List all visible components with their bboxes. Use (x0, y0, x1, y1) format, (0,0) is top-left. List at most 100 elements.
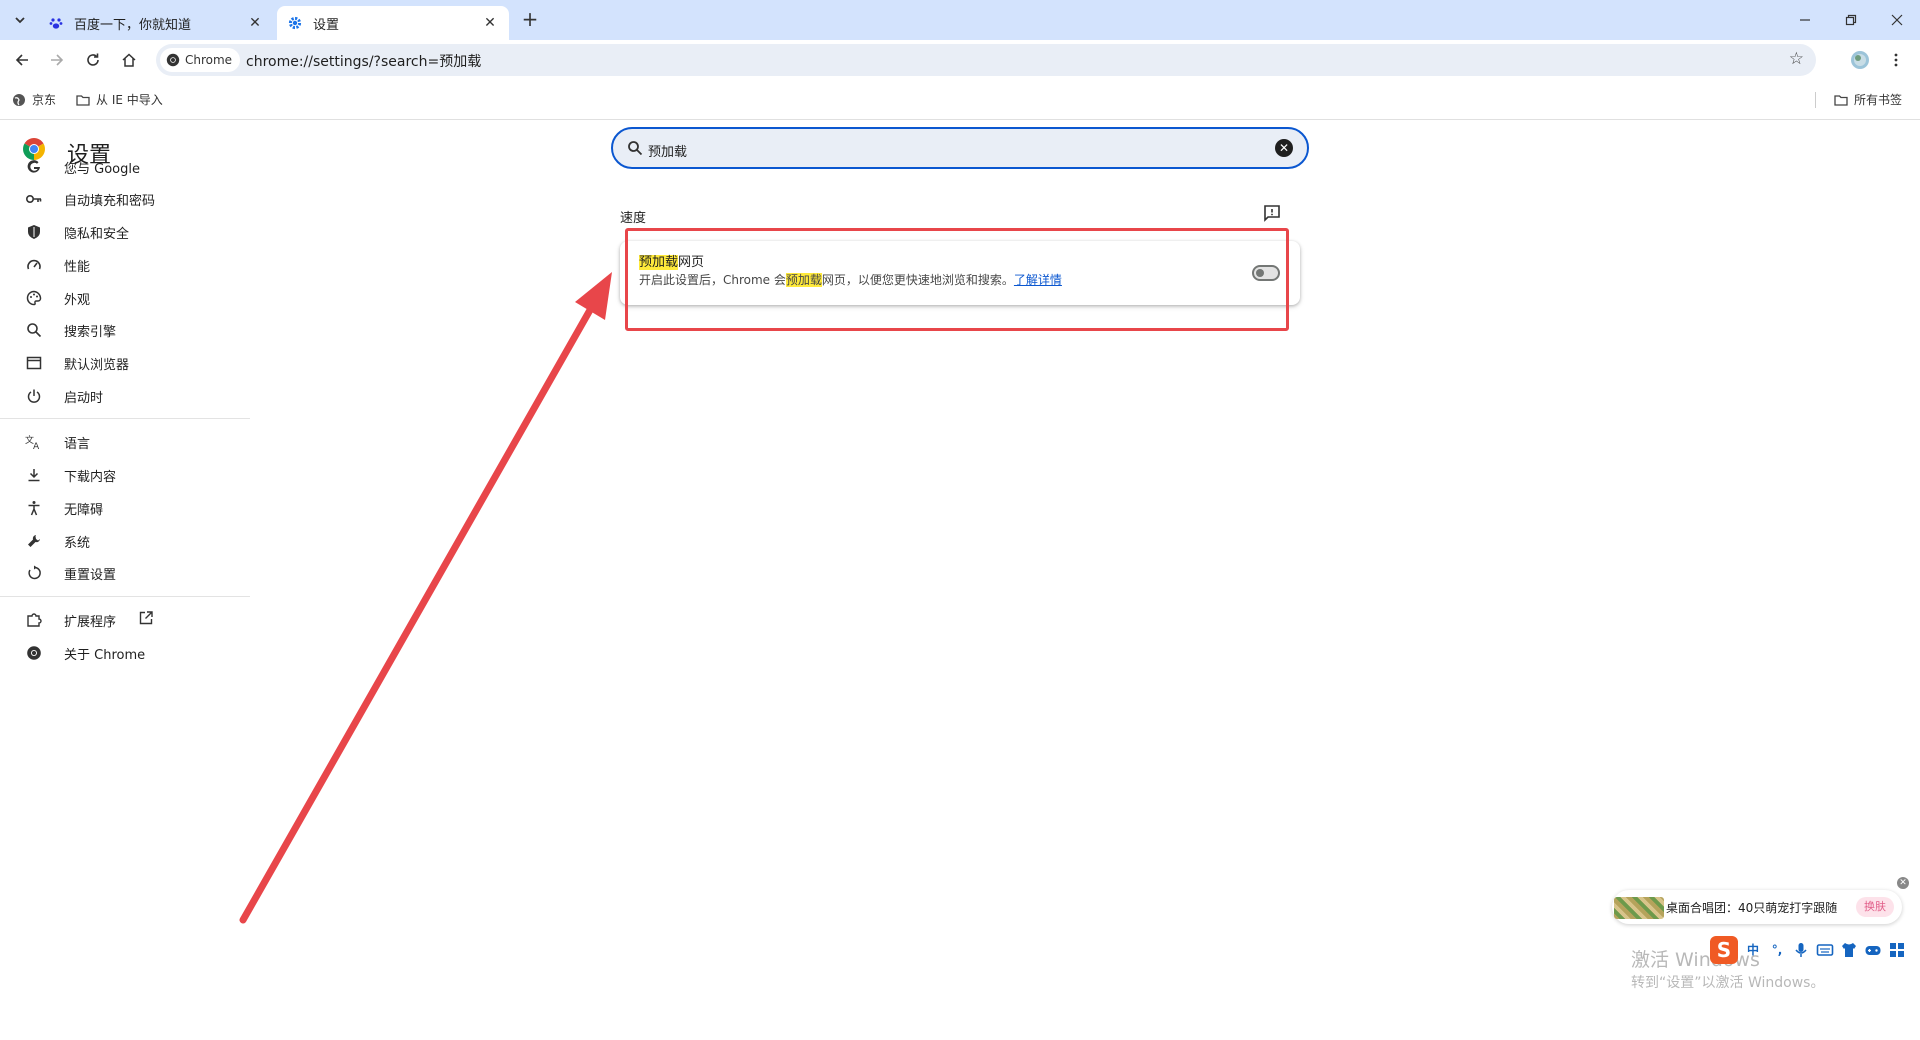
ime-punctuation[interactable]: °, (1768, 941, 1786, 959)
tab-title: 设置 (313, 17, 340, 33)
gear-icon (287, 15, 303, 31)
sidebar-item-label: 性能 (64, 259, 91, 275)
sidebar-item-label: 重置设置 (64, 567, 117, 583)
sidebar-item-label: 语言 (64, 436, 91, 452)
sidebar-item-speedometer[interactable]: 性能 (0, 248, 250, 282)
address-bar[interactable]: Chrome chrome://settings/?search=预加载 ☆ (156, 44, 1816, 76)
browser-window-icon (25, 354, 43, 372)
sidebar-item-accessibility[interactable]: 无障碍 (0, 491, 250, 525)
sidebar-item-key[interactable]: 自动填充和密码 (0, 182, 250, 216)
feedback-icon[interactable] (1263, 204, 1281, 222)
sidebar-item-shield[interactable]: 隐私和安全 (0, 215, 250, 249)
clear-search-icon[interactable]: ✕ (1275, 139, 1293, 157)
sidebar-item-chrome-logo[interactable]: 关于 Chrome (0, 636, 250, 670)
sidebar-item-label: 启动时 (64, 390, 104, 406)
sidebar-item-google-g[interactable]: 您与 Google (0, 150, 250, 184)
ime-promo-banner[interactable]: 桌面合唱团：40只萌宠打字跟随 换肤 (1612, 890, 1902, 924)
sidebar-item-label: 搜索引擎 (64, 324, 117, 340)
minimize-button[interactable] (1790, 8, 1820, 32)
key-icon (25, 190, 43, 208)
all-bookmarks-label: 所有书签 (1854, 93, 1903, 107)
wrench-icon (25, 532, 43, 550)
forward-button[interactable] (45, 48, 69, 72)
search-input[interactable]: 预加载 (648, 141, 687, 160)
sidebar-item-wrench[interactable]: 系统 (0, 524, 250, 558)
sidebar-item-label: 您与 Google (64, 161, 140, 177)
back-button[interactable] (10, 48, 34, 72)
download-icon (25, 466, 43, 484)
settings-search-field[interactable]: 预加载 ✕ (611, 127, 1309, 169)
puzzle-icon (25, 611, 43, 629)
sidebar-item-download[interactable]: 下载内容 (0, 458, 250, 492)
keyboard-icon[interactable] (1816, 941, 1834, 959)
all-bookmarks-button[interactable]: 所有书签 (1834, 91, 1902, 108)
sidebar-item-power[interactable]: 启动时 (0, 379, 250, 413)
reload-icon (87, 53, 99, 66)
sidebar-item-translate[interactable]: 文 A 语言 (0, 425, 250, 459)
gamepad-icon[interactable] (1864, 941, 1882, 959)
shirt-icon[interactable] (1840, 941, 1858, 959)
reload-button[interactable] (81, 48, 105, 72)
bookmark-ie-import[interactable]: 从 IE 中导入 (76, 91, 163, 108)
tab-settings[interactable]: 设置 ✕ (277, 6, 509, 40)
grid-icon[interactable] (1888, 941, 1906, 959)
home-icon (122, 53, 136, 67)
sidebar-divider (0, 418, 250, 419)
home-button[interactable] (117, 48, 141, 72)
browser-toolbar: Chrome chrome://settings/?search=预加载 ☆ (0, 40, 1920, 80)
sidebar-item-label: 无障碍 (64, 502, 104, 518)
microphone-icon[interactable] (1792, 941, 1810, 959)
sidebar-item-search[interactable]: 搜索引擎 (0, 313, 250, 347)
bookmark-star-icon[interactable]: ☆ (1789, 49, 1804, 69)
sidebar-item-label: 默认浏览器 (64, 357, 130, 373)
url-text[interactable]: chrome://settings/?search=预加载 (246, 51, 481, 71)
shield-icon (25, 223, 43, 241)
ime-toolbar: S 中 °, (1710, 936, 1906, 964)
sidebar-item-browser-window[interactable]: 默认浏览器 (0, 346, 250, 380)
tab-baidu[interactable]: 百度一下，你就知道 ✕ (38, 6, 274, 40)
chrome-logo-icon (166, 53, 180, 67)
sidebar-item-palette[interactable]: 外观 (0, 281, 250, 315)
arrow-right-icon (51, 54, 64, 66)
bookmark-label: 京东 (32, 93, 57, 107)
close-icon[interactable]: ✕ (1897, 877, 1909, 889)
external-link-icon (138, 610, 154, 630)
bookmark-label: 从 IE 中导入 (96, 93, 163, 107)
profile-button[interactable] (1848, 48, 1872, 72)
sidebar-item-label: 关于 Chrome (64, 647, 146, 663)
bookmarks-bar: 京东 从 IE 中导入 所有书签 (0, 80, 1920, 120)
sidebar-item-label: 扩展程序 (64, 614, 117, 630)
skin-button[interactable]: 换肤 (1856, 897, 1894, 917)
bookmark-jd[interactable]: 京东 (12, 91, 56, 108)
tab-title: 百度一下，你就知道 (74, 17, 192, 33)
ime-mode-chinese[interactable]: 中 (1744, 941, 1762, 959)
sidebar-item-reset[interactable]: 重置设置 (0, 556, 250, 590)
sidebar-item-puzzle[interactable]: 扩展程序 (0, 603, 250, 637)
window-close-button[interactable] (1882, 8, 1912, 32)
close-icon[interactable]: ✕ (481, 14, 499, 32)
search-icon (25, 321, 43, 339)
sidebar-item-label: 自动填充和密码 (64, 193, 156, 209)
sogou-logo-icon[interactable]: S (1710, 936, 1738, 964)
sidebar-item-label: 下载内容 (64, 469, 117, 485)
tab-search-button[interactable] (8, 8, 32, 32)
sidebar-item-label: 外观 (64, 292, 91, 308)
activation-watermark-subtitle: 转到“设置”以激活 Windows。 (1631, 975, 1825, 991)
tab-strip: 百度一下，你就知道 ✕ 设置 ✕ + (0, 0, 1920, 40)
chevron-down-icon (15, 17, 25, 24)
restore-button[interactable] (1836, 8, 1866, 32)
search-icon (628, 141, 643, 156)
accessibility-icon (25, 499, 43, 517)
more-vert-icon (1894, 53, 1898, 67)
speedometer-icon (25, 256, 43, 274)
divider (1815, 92, 1816, 108)
annotation-highlight-box (625, 228, 1289, 331)
site-info-chip[interactable]: Chrome (160, 48, 241, 72)
close-icon (1891, 14, 1903, 26)
google-g-icon (25, 158, 43, 176)
menu-button[interactable] (1884, 48, 1908, 72)
svg-text:A: A (33, 442, 40, 450)
close-icon[interactable]: ✕ (246, 14, 264, 32)
minimize-icon (1800, 19, 1810, 21)
new-tab-button[interactable]: + (519, 9, 541, 31)
